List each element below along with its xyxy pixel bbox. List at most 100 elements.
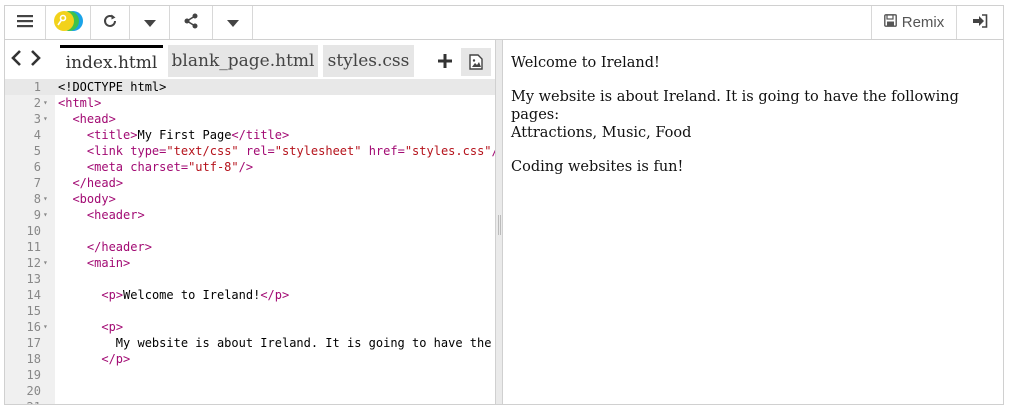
line-number: 3 [33, 112, 41, 126]
chevron-left-icon[interactable] [9, 49, 23, 71]
line-number: 8 [33, 192, 41, 206]
file-nav-arrows [9, 50, 53, 70]
pane-splitter[interactable] [495, 40, 503, 404]
code-text: <header> [86, 208, 145, 222]
menu-button[interactable] [5, 6, 46, 39]
preview-about-line1: My website is about Ireland. It is going… [511, 89, 959, 123]
caret-down-icon [226, 13, 239, 32]
preview-pane: Welcome to Ireland! My website is about … [503, 40, 1003, 404]
refresh-options-dropdown[interactable] [130, 6, 170, 39]
file-tab-bar: index.html blank_page.html styles.css [5, 40, 495, 79]
line-number: 12 [26, 256, 41, 270]
line-number: 4 [33, 128, 41, 142]
code-text: <head> [72, 112, 116, 126]
code-text: <!DOCTYPE html> [58, 80, 167, 94]
code-text: My website is about Ireland. It is going… [58, 336, 492, 350]
line-number: 20 [26, 384, 41, 398]
image-icon[interactable] [461, 48, 491, 76]
code-text: <p> [101, 320, 124, 334]
sign-in-button[interactable] [957, 6, 1003, 39]
code-text: <html> [58, 96, 102, 110]
fold-toggle-icon[interactable]: ▾ [43, 191, 53, 207]
code-line[interactable]: 21 <p> [5, 399, 495, 404]
code-line[interactable]: 17 My website is about Ireland. It is go… [5, 335, 495, 351]
code-line[interactable]: 1 <!DOCTYPE html> [5, 79, 495, 95]
line-number: 14 [26, 288, 41, 302]
line-number: 7 [33, 176, 41, 190]
code-lines: 1 <!DOCTYPE html> 2 ▾ <html> 3 ▾ <head> 4 <titl… [5, 79, 495, 404]
code-text: </header> [86, 240, 152, 254]
line-number: 9 [33, 208, 41, 222]
line-number: 13 [26, 272, 41, 286]
code-text: </p> [101, 352, 131, 366]
code-line[interactable]: 3 ▾ <head> [5, 111, 495, 127]
hamburger-icon [17, 13, 33, 32]
code-line[interactable]: 18 </p> [5, 351, 495, 367]
code-line[interactable]: 8 ▾ <body> [5, 191, 495, 207]
code-line[interactable]: 11 </header> [5, 239, 495, 255]
preview-paragraph-fun: Coding websites is fun! [511, 159, 684, 175]
code-line[interactable]: 9 ▾ <header> [5, 207, 495, 223]
chevron-right-icon[interactable] [29, 49, 43, 71]
code-text: <meta charset="utf-8"/> [86, 160, 254, 174]
tab-styles-css[interactable]: styles.css [323, 45, 414, 77]
plus-icon[interactable] [437, 53, 455, 71]
line-number: 10 [26, 224, 41, 238]
toolbar: Remix [5, 6, 1003, 40]
line-number: 21 [5, 399, 41, 404]
refresh-button[interactable] [91, 6, 130, 39]
line-number: 2 [33, 96, 41, 110]
code-line[interactable]: 4 <title>My First Page</title> [5, 127, 495, 143]
code-line[interactable]: 7 </head> [5, 175, 495, 191]
share-button[interactable] [170, 6, 213, 39]
code-text: <p>Welcome to Ireland!</p> [101, 288, 290, 302]
code-text: <main> [86, 256, 131, 270]
code-line[interactable]: 14 <p>Welcome to Ireland!</p> [5, 287, 495, 303]
code-text: <title>My First Page</title> [86, 128, 290, 142]
code-text: <p> [58, 399, 123, 404]
save-icon [883, 14, 897, 31]
code-area[interactable]: 1 <!DOCTYPE html> 2 ▾ <html> 3 ▾ <head> 4 <titl… [5, 79, 495, 404]
fold-toggle-icon[interactable]: ▾ [43, 255, 53, 271]
fold-toggle-icon[interactable]: ▾ [43, 95, 53, 111]
fold-toggle-icon[interactable]: ▾ [43, 111, 53, 127]
code-line[interactable]: 2 ▾ <html> [5, 95, 495, 111]
remix-button[interactable]: Remix [871, 6, 957, 39]
glitch-rainbow-logo [52, 10, 84, 36]
code-text: </head> [72, 176, 124, 190]
fold-toggle-icon[interactable]: ▾ [43, 319, 53, 335]
code-text: <link type="text/css" rel="stylesheet" h… [86, 144, 495, 158]
line-number: 17 [26, 336, 41, 350]
remix-label: Remix [901, 14, 945, 31]
preview-paragraph-welcome: Welcome to Ireland! [511, 55, 660, 71]
code-line[interactable]: 15 [5, 303, 495, 319]
splitter-grip-icon [498, 215, 501, 235]
code-line[interactable]: 12 ▾ <main> [5, 255, 495, 271]
line-number: 16 [26, 320, 41, 334]
line-number: 18 [26, 352, 41, 366]
line-number: 15 [26, 304, 41, 318]
share-icon [183, 13, 199, 33]
fold-toggle-icon[interactable]: ▾ [43, 207, 53, 223]
sign-in-icon [972, 13, 988, 32]
tab-index-html[interactable]: index.html [60, 45, 163, 77]
code-line[interactable]: 10 [5, 223, 495, 239]
line-number: 1 [33, 80, 41, 94]
line-number: 11 [26, 240, 41, 254]
line-number: 19 [26, 368, 41, 382]
preview-paragraph-about: My website is about Ireland. It is going… [511, 88, 995, 142]
preview-about-line2: Attractions, Music, Food [511, 125, 692, 141]
code-line[interactable]: 16 ▾ <p> [5, 319, 495, 335]
caret-down-icon [143, 13, 156, 32]
share-options-dropdown[interactable] [213, 6, 253, 39]
code-line[interactable]: 5 <link type="text/css" rel="stylesheet"… [5, 143, 495, 159]
logo-button[interactable] [46, 6, 91, 39]
code-line[interactable]: 13 [5, 271, 495, 287]
code-line[interactable]: 19 [5, 367, 495, 383]
tab-blank-page-html[interactable]: blank_page.html [168, 45, 318, 77]
code-line[interactable]: 6 <meta charset="utf-8"/> [5, 159, 495, 175]
code-text: <body> [72, 192, 116, 206]
code-line[interactable]: 20 [5, 383, 495, 399]
app-window: Remix index.html blank_page.html styles.… [4, 5, 1004, 405]
